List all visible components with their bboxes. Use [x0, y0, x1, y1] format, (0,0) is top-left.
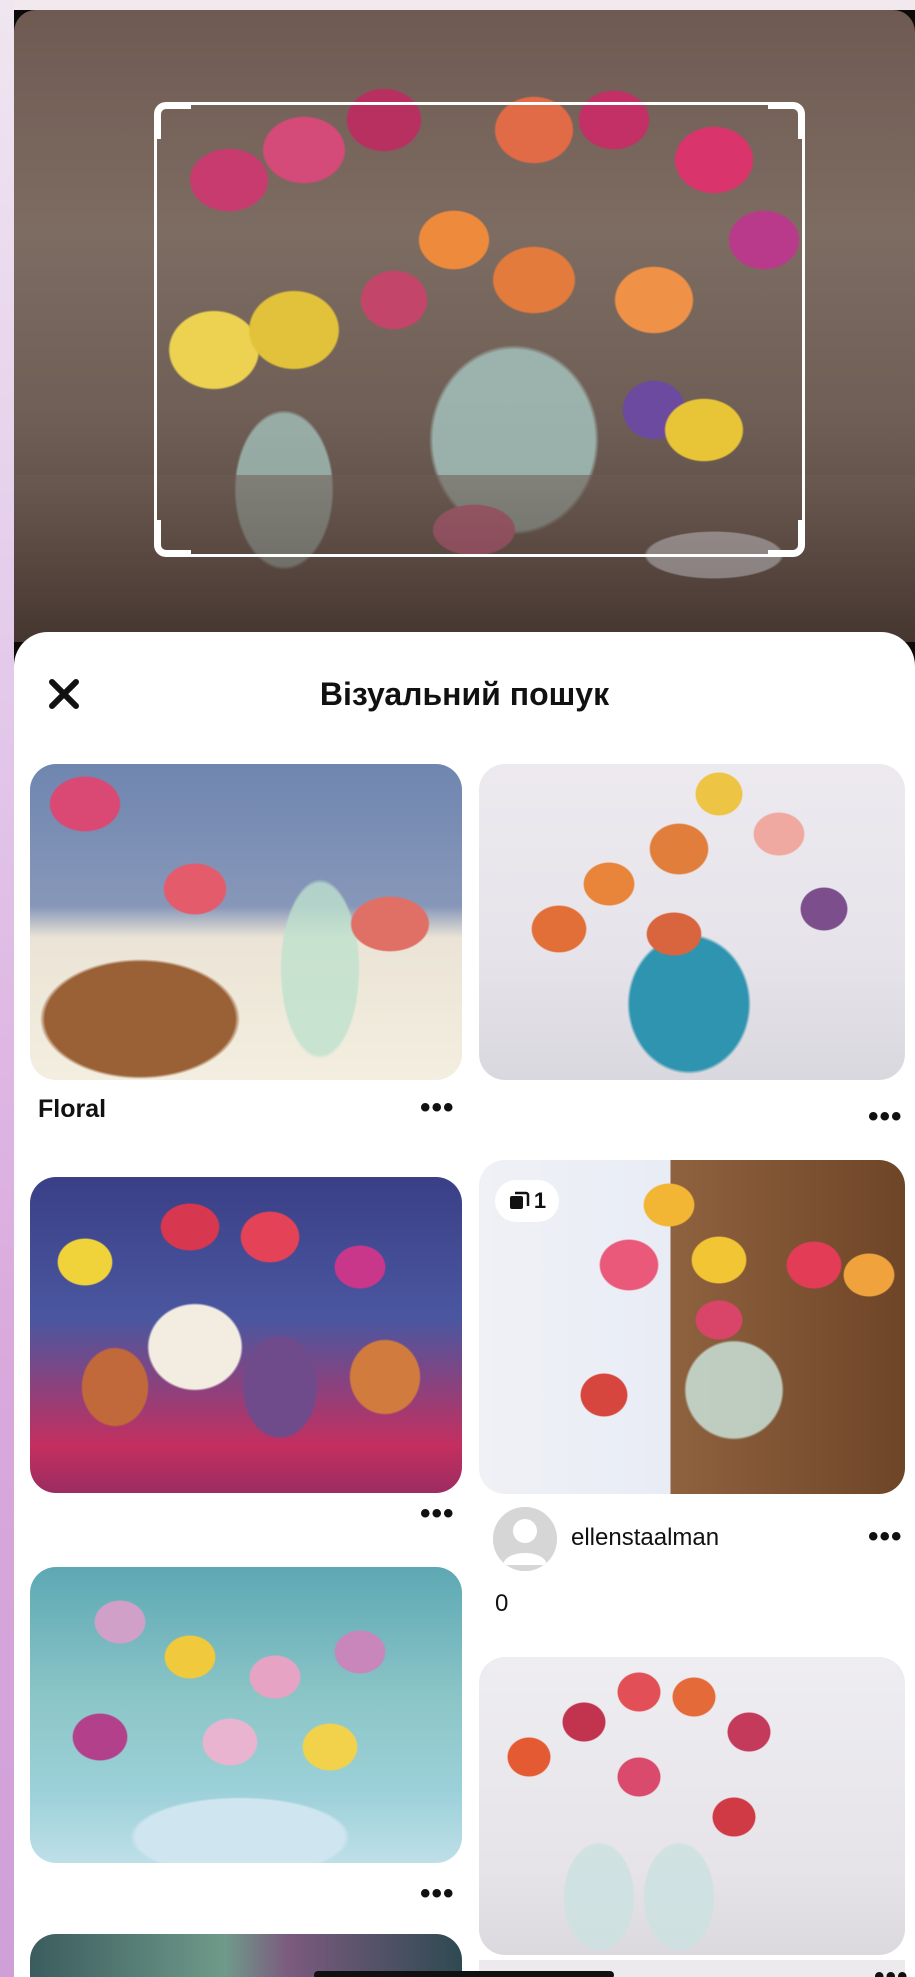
pin-image[interactable] — [30, 1177, 462, 1493]
left-edge — [0, 0, 14, 1977]
crop-edge-left[interactable] — [154, 128, 157, 531]
more-icon[interactable]: ••• — [868, 1522, 903, 1552]
results-sheet: Візуальний пошук Floral ••• ••• ••• 1 el… — [14, 632, 915, 1977]
more-icon[interactable]: ••• — [420, 1093, 455, 1123]
crop-handle-bottom-right[interactable] — [768, 520, 805, 557]
more-icon[interactable]: ••• — [874, 1962, 909, 1977]
pin-author[interactable]: ellenstaalman — [571, 1524, 719, 1552]
crop-edge-right[interactable] — [802, 128, 805, 531]
pin-image-floral[interactable] — [30, 764, 462, 1080]
reaction-count: 0 — [495, 1590, 509, 1617]
board-count-badge: 1 — [495, 1180, 559, 1222]
board-count: 1 — [533, 1188, 547, 1213]
pin-image[interactable]: 1 — [479, 1160, 905, 1494]
home-indicator[interactable] — [314, 1971, 614, 1977]
pin-image[interactable] — [30, 1567, 462, 1863]
crop-frame[interactable] — [154, 102, 805, 557]
pin-image[interactable] — [479, 764, 905, 1080]
query-image[interactable] — [14, 10, 915, 642]
more-icon[interactable]: ••• — [420, 1499, 455, 1529]
sheet-title: Візуальний пошук — [319, 676, 610, 712]
crop-handle-bottom-left[interactable] — [154, 520, 191, 557]
pin-caption[interactable]: Floral — [38, 1095, 106, 1124]
top-edge — [0, 0, 915, 10]
crop-edge-top[interactable] — [180, 102, 779, 105]
crop-edge-bottom[interactable] — [180, 554, 779, 557]
crop-handle-top-left[interactable] — [154, 102, 191, 139]
more-icon[interactable]: ••• — [420, 1879, 455, 1909]
crop-handle-top-right[interactable] — [768, 102, 805, 139]
more-icon[interactable]: ••• — [868, 1102, 903, 1132]
avatar[interactable] — [493, 1507, 557, 1571]
avatar-icon — [493, 1507, 557, 1571]
pin-image[interactable] — [479, 1657, 905, 1955]
board-icon — [509, 1191, 530, 1209]
